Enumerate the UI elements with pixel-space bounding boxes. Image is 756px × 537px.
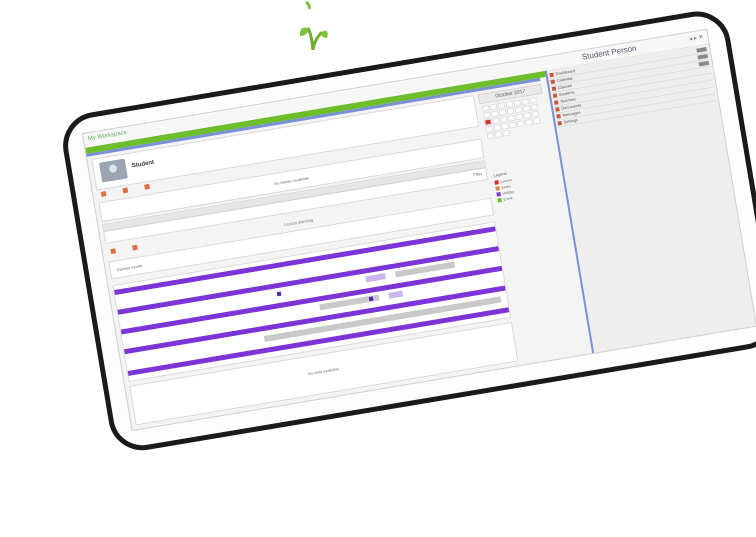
tab-two[interactable] (122, 187, 131, 194)
legend-label: Holiday (502, 189, 515, 196)
window-controls[interactable]: ◂ ▸ ✕ (689, 33, 704, 42)
schedule-cell[interactable] (365, 273, 387, 283)
tab-icon (144, 184, 151, 191)
sidebar-icon (556, 113, 561, 119)
legend-swatch (495, 186, 500, 191)
calendar-day[interactable] (516, 120, 525, 128)
sidebar-icon (549, 72, 554, 78)
legend-swatch (496, 192, 501, 197)
schedule-marker[interactable] (368, 296, 374, 302)
sidebar-toggle[interactable] (698, 60, 710, 67)
sidebar-icon (551, 86, 557, 91)
filter-label[interactable]: Filter (473, 171, 483, 177)
legend-label: Exam (501, 184, 511, 190)
tab-three[interactable] (144, 183, 152, 191)
filter-value[interactable]: Current month (116, 263, 142, 272)
avatar (98, 158, 128, 183)
sidebar-toggle[interactable] (697, 53, 708, 60)
schedule-cell[interactable] (388, 290, 404, 299)
sidebar-icon (553, 100, 559, 105)
tab-one[interactable] (100, 191, 109, 198)
sidebar-icon (555, 107, 560, 112)
tablet-frame: My Workspace Student Person ◂ ▸ ✕ Studen… (58, 6, 756, 456)
sidebar-toggle[interactable] (696, 47, 707, 53)
calendar-legend: Legend Lesson Exam Holiday Event (493, 163, 555, 204)
sidebar-icon (552, 93, 558, 98)
legend-label: Lesson (500, 177, 513, 184)
calendar-grid (481, 96, 546, 149)
sprout-icon (299, 0, 328, 51)
app-title: My Workspace (87, 129, 128, 143)
app-window: My Workspace Student Person ◂ ▸ ✕ Studen… (81, 28, 756, 432)
calendar-day[interactable] (502, 129, 511, 137)
tab-icon (100, 191, 107, 198)
calendar-day[interactable] (508, 121, 517, 129)
schedule-marker[interactable] (276, 291, 282, 297)
profile-name: Student (131, 159, 155, 170)
legend-swatch (497, 198, 502, 203)
calendar-day[interactable] (532, 117, 541, 125)
legend-label: Event (503, 196, 513, 202)
calendar-day[interactable] (494, 131, 503, 139)
legend-swatch (494, 180, 499, 185)
tab-icon (122, 187, 129, 194)
sidebar-icon (550, 79, 556, 85)
sidebar-icon (557, 120, 563, 126)
calendar-day[interactable] (524, 118, 533, 126)
calendar-day[interactable] (486, 132, 495, 140)
sidebar-item-label: Settings (563, 117, 579, 125)
